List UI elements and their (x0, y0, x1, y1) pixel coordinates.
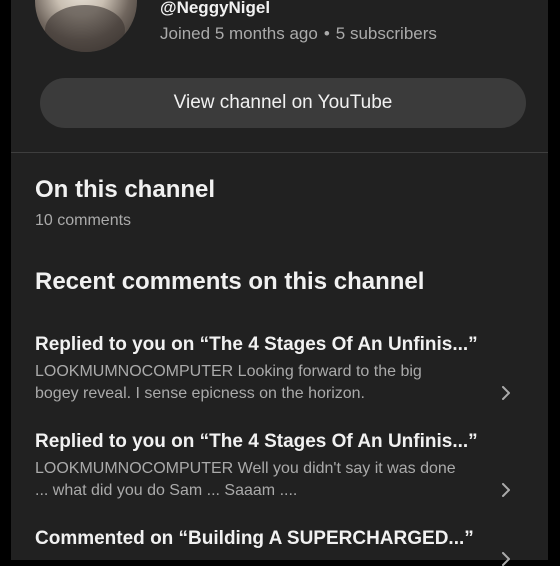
comment-item[interactable]: Commented on “Building A SUPERCHARGED...… (35, 528, 525, 550)
chevron-right-icon[interactable] (499, 386, 513, 400)
comment-heading: Commented on “Building A SUPERCHARGED...… (35, 528, 474, 549)
channel-header: @NeggyNigel Joined 5 months ago • 5 subscr… (11, 0, 548, 152)
comment-count: 10 comments (35, 212, 132, 229)
comment-text: LOOKMUMNOCOMPUTER Looking forward to the… (35, 361, 475, 405)
comment-heading: Replied to you on “The 4 Stages Of An Un… (35, 431, 478, 452)
view-channel-button[interactable]: View channel on YouTube (40, 78, 526, 128)
comment-line: LOOKMUMNOCOMPUTER Well you didn't say it… (35, 460, 456, 477)
avatar[interactable] (35, 0, 137, 52)
comment-heading: Replied to you on “The 4 Stages Of An Un… (35, 334, 478, 355)
comment-line: LOOKMUMNOCOMPUTER Looking forward to the… (35, 363, 422, 380)
comment-item[interactable]: Replied to you on “The 4 Stages Of An Un… (35, 334, 525, 405)
on-channel-title: On this channel (35, 176, 216, 203)
chevron-right-icon[interactable] (499, 552, 513, 566)
channel-handle: @NeggyNigel (160, 0, 271, 17)
recent-comments-title: Recent comments on this channel (35, 268, 425, 295)
comment-line: bogey reveal. I sense epicness on the ho… (35, 385, 365, 402)
divider (11, 152, 548, 153)
comment-text: LOOKMUMNOCOMPUTER Well you didn't say it… (35, 458, 475, 502)
channel-meta: Joined 5 months ago • 5 subscribers (160, 24, 437, 44)
comment-line: ... what did you do Sam ... Saaam .... (35, 482, 298, 499)
meta-separator: • (323, 24, 330, 43)
comment-item[interactable]: Replied to you on “The 4 Stages Of An Un… (35, 431, 525, 502)
channel-sheet: @NeggyNigel Joined 5 months ago • 5 subscr… (11, 0, 548, 566)
joined-text: Joined 5 months ago (160, 24, 318, 43)
chevron-right-icon[interactable] (499, 483, 513, 497)
subscriber-count: 5 subscribers (335, 24, 437, 43)
